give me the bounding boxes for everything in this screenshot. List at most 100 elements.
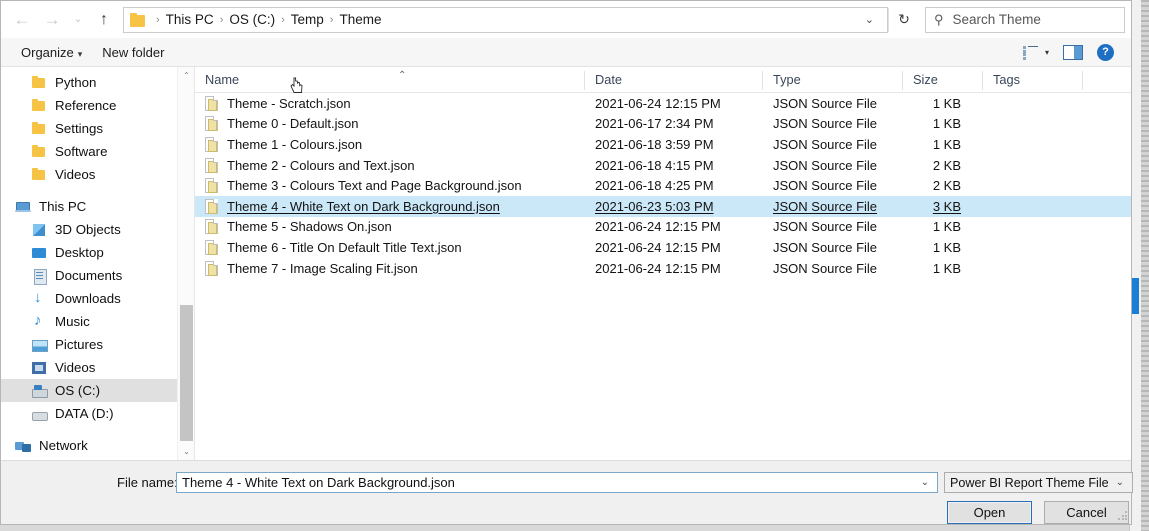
cell-size: 2 KB xyxy=(903,158,983,173)
dialog-body: Python Reference Settings Software Videos Thi… xyxy=(1,67,1131,460)
sidebar-item-3d-objects[interactable]: 3D Objects xyxy=(1,218,194,241)
breadcrumb-separator: › xyxy=(281,13,285,26)
cell-date-text: 2021-06-24 12:15 PM xyxy=(595,95,721,111)
sidebar-item-documents[interactable]: Documents xyxy=(1,264,194,287)
breadcrumb-item-temp[interactable]: Temp xyxy=(291,12,324,27)
new-folder-button[interactable]: New folder xyxy=(92,45,174,60)
forward-button[interactable]: → xyxy=(37,5,67,35)
chevron-down-icon[interactable]: ⌄ xyxy=(913,477,937,488)
table-row[interactable]: Theme 6 - Title On Default Title Text.js… xyxy=(195,237,1131,258)
breadcrumb-separator: › xyxy=(219,13,224,26)
cell-size: 1 KB xyxy=(903,96,983,111)
scroll-down-icon[interactable]: ⌄ xyxy=(178,443,194,460)
file-list-pane: ⌃ Name Date Type Size Tags Theme - Scrat… xyxy=(195,67,1131,460)
sidebar-scrollbar-thumb[interactable] xyxy=(180,305,193,441)
file-name: Theme 6 - Title On Default Title Text.js… xyxy=(227,239,462,255)
recent-locations-button[interactable]: ⌄ xyxy=(67,5,89,35)
sidebar-item-settings[interactable]: Settings xyxy=(1,117,194,140)
table-row[interactable]: Theme - Scratch.json 2021-06-24 12:15 PM J… xyxy=(195,93,1131,114)
table-row[interactable]: Theme 5 - Shadows On.json 2021-06-24 12:1… xyxy=(195,217,1131,238)
breadcrumb[interactable]: › This PC › OS (C:) › Temp › Theme ⌄ xyxy=(123,6,888,33)
sidebar-item-videos[interactable]: Videos xyxy=(1,356,194,379)
table-row[interactable]: Theme 0 - Default.json 2021-06-17 2:34 PM… xyxy=(195,114,1131,135)
table-row[interactable]: Theme 7 - Image Scaling Fit.json 2021-06-… xyxy=(195,258,1131,279)
table-row[interactable]: Theme 3 - Colours Text and Page Backgrou… xyxy=(195,175,1131,196)
chevron-down-icon[interactable]: ⌄ xyxy=(856,13,883,26)
cell-date-text: 2021-06-23 5:03 PM xyxy=(595,198,714,214)
cell-size-text: 3 KB xyxy=(932,198,961,214)
sidebar-item-desktop[interactable]: Desktop xyxy=(1,241,194,264)
cell-size-text: 1 KB xyxy=(932,260,961,276)
sidebar-scrollbar[interactable]: ⌃ ⌄ xyxy=(177,67,194,460)
back-button[interactable]: ← xyxy=(7,5,37,35)
sidebar-item-music[interactable]: Music xyxy=(1,310,194,333)
help-button[interactable]: ? xyxy=(1090,43,1121,61)
file-name: Theme - Scratch.json xyxy=(227,95,351,111)
filename-input[interactable]: Theme 4 - White Text on Dark Background.… xyxy=(176,472,938,493)
up-button[interactable]: ↑ xyxy=(89,5,119,35)
column-header-type[interactable]: Type xyxy=(763,70,903,92)
refresh-button[interactable]: ↻ xyxy=(889,7,919,33)
chevron-down-icon[interactable]: ⌄ xyxy=(1108,477,1132,488)
table-row[interactable]: Theme 4 - White Text on Dark Background.… xyxy=(195,195,1131,217)
cell-date-text: 2021-06-24 12:15 PM xyxy=(595,219,721,235)
column-header-date[interactable]: Date xyxy=(585,70,763,92)
resize-grip-icon[interactable] xyxy=(1117,510,1129,522)
cell-size-text: 1 KB xyxy=(932,219,961,235)
sidebar-item-videos[interactable]: Videos xyxy=(1,163,194,186)
search-input[interactable]: ⚲ Search Theme xyxy=(925,6,1125,33)
column-header-tags[interactable]: Tags xyxy=(983,70,1083,92)
breadcrumb-item-this-pc[interactable]: This PC xyxy=(166,12,214,27)
preview-pane-button[interactable] xyxy=(1056,44,1090,60)
sidebar-item-this-pc[interactable]: This PC xyxy=(1,195,194,218)
file-name: Theme 4 - White Text on Dark Background.… xyxy=(227,198,500,214)
json-file-icon xyxy=(205,219,218,235)
column-header-name[interactable]: Name xyxy=(195,70,585,92)
search-placeholder: Search Theme xyxy=(952,12,1041,27)
cell-date: 2021-06-18 3:59 PM xyxy=(585,137,763,152)
breadcrumb-item-theme[interactable]: Theme xyxy=(339,12,381,27)
sidebar-item-data-d[interactable]: DATA (D:) xyxy=(1,402,194,425)
sidebar-item-label: Documents xyxy=(55,268,123,283)
address-bar: ← → ⌄ ↑ › This PC › OS (C:) › Temp › The… xyxy=(1,1,1131,38)
preview-pane-icon xyxy=(1063,44,1083,60)
filetype-dropdown[interactable]: Power BI Report Theme Files (*.j ⌄ xyxy=(944,472,1133,493)
table-row[interactable]: Theme 2 - Colours and Text.json 2021-06-1… xyxy=(195,155,1131,176)
chevron-down-icon: ▾ xyxy=(1044,47,1049,57)
json-file-icon xyxy=(205,239,218,255)
folder-icon xyxy=(31,167,47,183)
cell-size: 2 KB xyxy=(903,178,983,193)
scroll-up-icon[interactable]: ⌃ xyxy=(178,67,194,84)
cell-size: 1 KB xyxy=(903,261,983,276)
cell-type: JSON Source File xyxy=(763,178,903,193)
open-button[interactable]: Open xyxy=(947,501,1032,524)
tree-group-spacer xyxy=(1,186,194,195)
file-name: Theme 5 - Shadows On.json xyxy=(227,219,392,235)
json-file-icon xyxy=(205,157,218,173)
cell-name: Theme 6 - Title On Default Title Text.js… xyxy=(195,239,585,255)
sidebar-item-label: DATA (D:) xyxy=(55,406,114,421)
sidebar-item-label: Software xyxy=(55,144,108,159)
command-bar: Organize ▾ New folder ▾ ? xyxy=(1,38,1131,67)
sidebar-item-software[interactable]: Software xyxy=(1,140,194,163)
column-headers: Name Date Type Size Tags xyxy=(195,67,1131,93)
view-options-button[interactable]: ▾ xyxy=(1016,45,1056,60)
cell-type: JSON Source File xyxy=(763,158,903,173)
sidebar-item-python[interactable]: Python xyxy=(1,71,194,94)
filename-label: File name: xyxy=(117,475,178,490)
folder-icon xyxy=(130,12,146,27)
column-header-size[interactable]: Size xyxy=(903,70,983,92)
sidebar-item-os-c[interactable]: OS (C:) xyxy=(1,379,194,402)
sidebar-item-reference[interactable]: Reference xyxy=(1,94,194,117)
view-options-icon xyxy=(1022,45,1038,60)
sidebar-item-downloads[interactable]: Downloads xyxy=(1,287,194,310)
cell-size: 1 KB xyxy=(903,240,983,255)
cell-type-text: JSON Source File xyxy=(773,178,878,194)
breadcrumb-item-os-c[interactable]: OS (C:) xyxy=(229,12,275,27)
sidebar-item-label: 3D Objects xyxy=(55,222,121,237)
cell-type: JSON Source File xyxy=(763,199,903,214)
organize-button[interactable]: Organize ▾ xyxy=(11,45,92,60)
sidebar-item-network[interactable]: Network xyxy=(1,434,194,457)
sidebar-item-pictures[interactable]: Pictures xyxy=(1,333,194,356)
table-row[interactable]: Theme 1 - Colours.json 2021-06-18 3:59 PM… xyxy=(195,134,1131,155)
